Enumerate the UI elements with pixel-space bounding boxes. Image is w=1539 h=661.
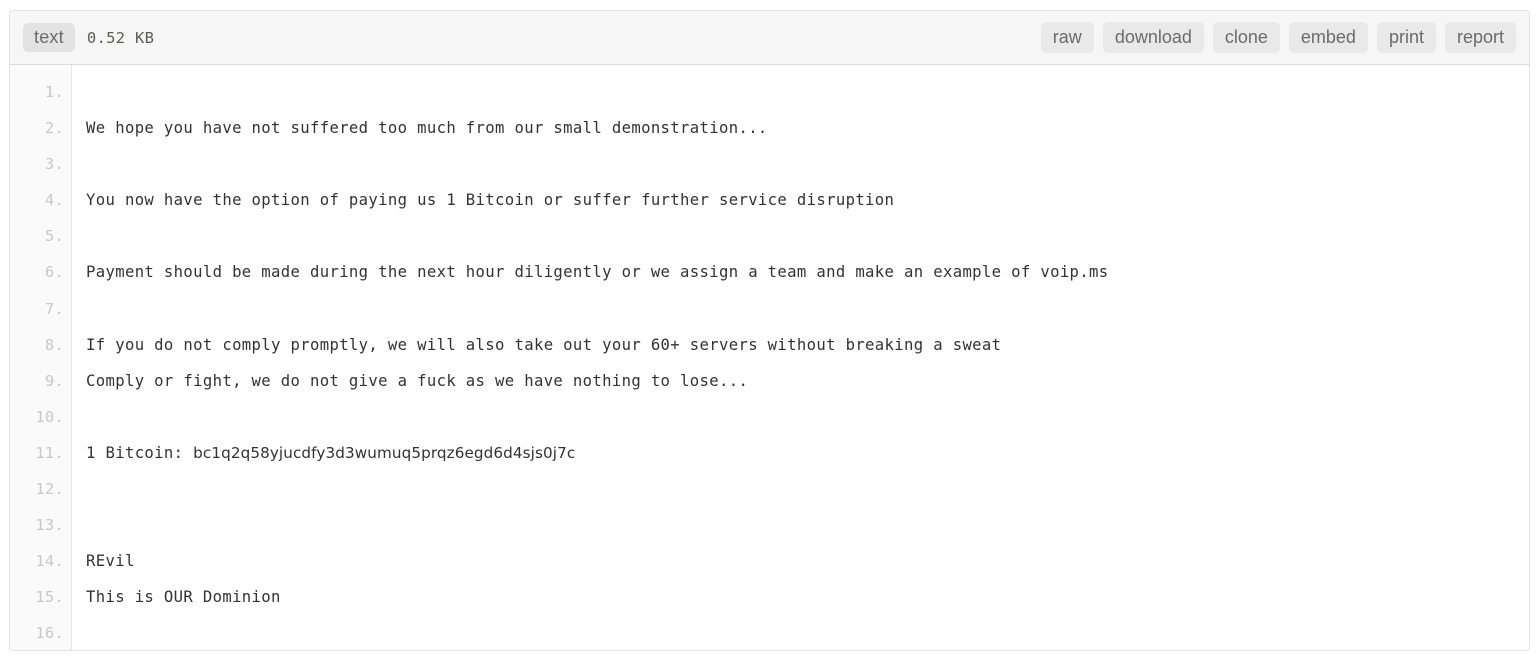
- content-type-badge: text: [23, 23, 75, 52]
- line-number: 9.: [44, 371, 64, 390]
- toolbar-left-group: text 0.52 KB: [23, 23, 154, 52]
- code-content[interactable]: We hope you have not suffered too much f…: [72, 65, 1529, 650]
- code-line: This is OUR Dominion: [86, 588, 281, 607]
- download-button[interactable]: download: [1102, 22, 1204, 53]
- clone-button[interactable]: clone: [1212, 22, 1280, 53]
- line-number: 12.: [35, 480, 64, 499]
- line-number-gutter: 1. 2. 3. 4. 5. 6. 7. 8. 9. 10. 11. 12. 1…: [10, 65, 72, 650]
- line-number: 2.: [44, 119, 64, 138]
- line-number: 14.: [35, 552, 64, 571]
- file-size-label: 0.52 KB: [86, 28, 155, 47]
- line-number: 11.: [35, 443, 64, 462]
- line-number: 15.: [35, 588, 64, 607]
- code-line-bitcoin: 1 Bitcoin: bc1q2q58yjucdfy3d3wumuq5prqz6…: [86, 435, 1529, 471]
- raw-button[interactable]: raw: [1040, 22, 1094, 53]
- line-number: 6.: [44, 263, 64, 282]
- line-number: 8.: [44, 335, 64, 354]
- code-line: REvil: [86, 552, 135, 571]
- code-line: Payment should be made during the next h…: [86, 263, 1109, 282]
- paste-container: text 0.52 KB raw download clone embed pr…: [9, 10, 1530, 651]
- line-number: 7.: [44, 299, 64, 318]
- line-number: 10.: [35, 407, 64, 426]
- code-line: You now have the option of paying us 1 B…: [86, 191, 895, 210]
- code-line: We hope you have not suffered too much f…: [86, 119, 768, 138]
- embed-button[interactable]: embed: [1288, 22, 1368, 53]
- line-number: 4.: [44, 191, 64, 210]
- toolbar-actions-group: raw download clone embed print report: [1040, 22, 1516, 53]
- line-number: 3.: [44, 155, 64, 174]
- line-number: 5.: [44, 227, 64, 246]
- paste-toolbar: text 0.52 KB raw download clone embed pr…: [10, 11, 1529, 65]
- code-line: If you do not comply promptly, we will a…: [86, 335, 1002, 354]
- line-number: 13.: [35, 516, 64, 535]
- line-number: 16.: [35, 624, 64, 643]
- code-line: Comply or fight, we do not give a fuck a…: [86, 371, 749, 390]
- report-button[interactable]: report: [1444, 22, 1516, 53]
- print-button[interactable]: print: [1376, 22, 1436, 53]
- line-number: 1.: [44, 83, 64, 101]
- code-area: 1. 2. 3. 4. 5. 6. 7. 8. 9. 10. 11. 12. 1…: [10, 65, 1529, 650]
- bitcoin-label: 1 Bitcoin:: [86, 443, 194, 462]
- bitcoin-address: bc1q2q58yjucdfy3d3wumuq5prqz6egd6d4sjs0j…: [193, 443, 576, 462]
